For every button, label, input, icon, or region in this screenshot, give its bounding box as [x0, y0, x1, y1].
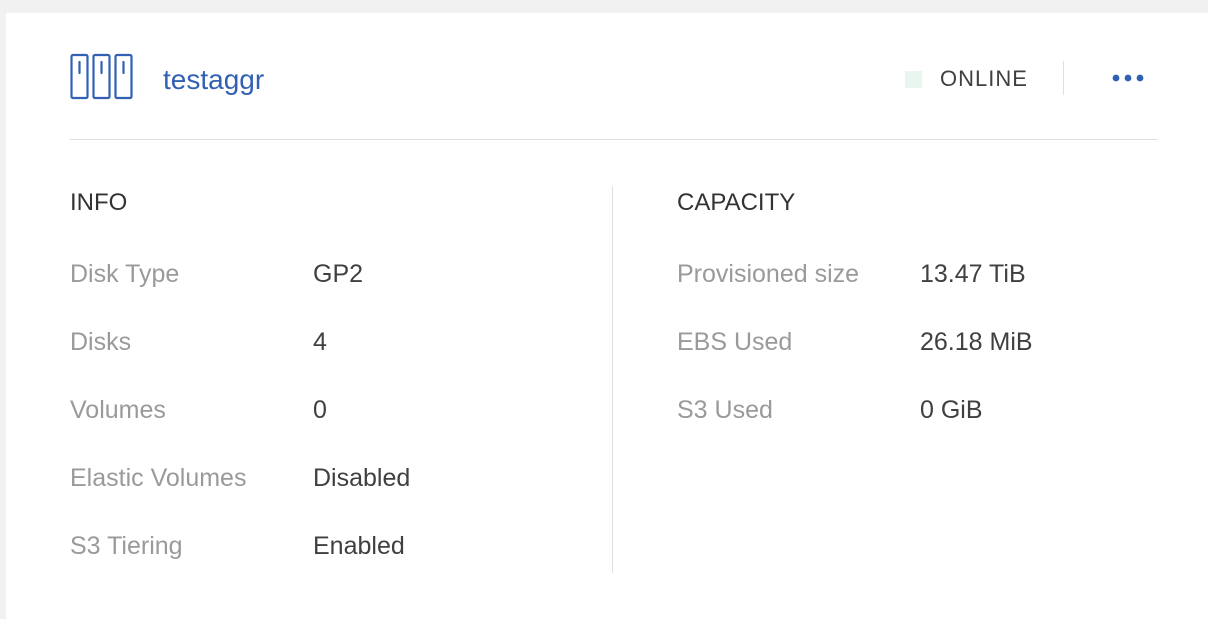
info-row-disk-type: Disk Type GP2 — [70, 257, 610, 325]
row-label: S3 Used — [677, 396, 773, 424]
more-options-button[interactable] — [1110, 63, 1146, 93]
capacity-row-s3-used: S3 Used 0 GiB — [677, 393, 1147, 461]
row-value: 0 GiB — [920, 396, 983, 424]
row-value: 13.47 TiB — [920, 260, 1026, 288]
row-value: Disabled — [313, 464, 411, 492]
section-divider — [612, 186, 613, 573]
more-options-icon — [1112, 74, 1144, 82]
aggregate-disks-icon — [70, 53, 134, 101]
row-label: Disks — [70, 328, 132, 356]
info-row-elastic-volumes: Elastic Volumes Disabled — [70, 461, 610, 529]
status-indicator: ONLINE — [905, 66, 1028, 91]
aggregate-name-link[interactable]: testaggr — [163, 63, 264, 97]
info-row-s3-tiering: S3 Tiering Enabled — [70, 529, 610, 597]
row-label: Provisioned size — [677, 260, 860, 288]
row-value: Enabled — [313, 532, 405, 560]
row-value: 4 — [313, 328, 327, 356]
row-label: Elastic Volumes — [70, 464, 247, 492]
row-label: Disk Type — [70, 260, 180, 288]
capacity-row-provisioned-size: Provisioned size 13.47 TiB — [677, 257, 1147, 325]
row-value: 26.18 MiB — [920, 328, 1033, 356]
capacity-title: CAPACITY — [677, 189, 796, 216]
card-header: testaggr ONLINE — [70, 13, 1158, 140]
info-title: INFO — [70, 189, 128, 216]
row-value: 0 — [313, 396, 327, 424]
status-dot — [905, 70, 922, 88]
row-label: S3 Tiering — [70, 532, 183, 560]
row-value: GP2 — [313, 260, 364, 288]
capacity-section: CAPACITY Provisioned size 13.47 TiB EBS … — [677, 183, 1147, 461]
capacity-row-ebs-used: EBS Used 26.18 MiB — [677, 325, 1147, 393]
row-label: EBS Used — [677, 328, 793, 356]
header-divider — [1063, 61, 1064, 95]
row-label: Volumes — [70, 396, 166, 424]
info-section: INFO Disk Type GP2 Disks 4 Volumes 0 Ela… — [70, 183, 610, 597]
info-row-disks: Disks 4 — [70, 325, 610, 393]
aggregate-card: testaggr ONLINE INFO Disk Type GP2 Disks… — [6, 13, 1208, 619]
status-label: ONLINE — [940, 66, 1028, 91]
info-row-volumes: Volumes 0 — [70, 393, 610, 461]
